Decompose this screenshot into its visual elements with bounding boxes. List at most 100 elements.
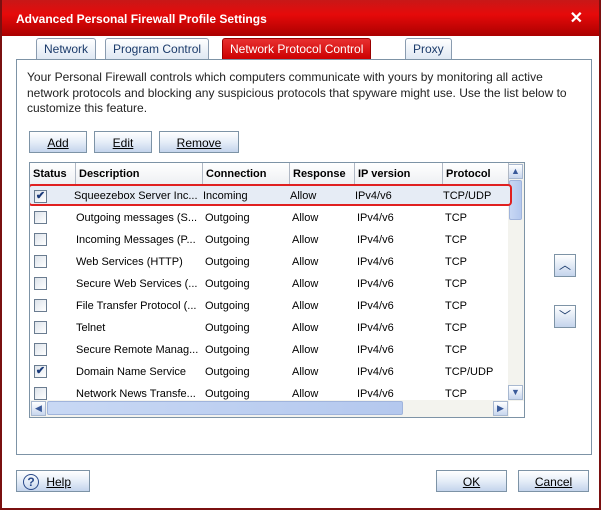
cell-response: Allow <box>292 256 319 268</box>
cell-response: Allow <box>292 322 319 334</box>
status-checkbox[interactable] <box>34 387 47 400</box>
cell-ip: IPv4/v6 <box>357 278 394 290</box>
column-header[interactable]: Response <box>290 163 355 185</box>
scroll-up-icon[interactable]: ▲ <box>508 164 523 179</box>
status-checkbox[interactable] <box>34 211 47 224</box>
help-button[interactable]: ? Help <box>16 470 90 492</box>
cell-connection: Outgoing <box>205 388 250 400</box>
add-button[interactable]: Add <box>29 131 87 153</box>
cell-protocol: TCP <box>445 278 467 290</box>
cell-protocol: TCP/UDP <box>445 366 494 378</box>
add-label: Add <box>47 136 69 150</box>
status-checkbox[interactable] <box>34 277 47 290</box>
column-header[interactable]: Description <box>76 163 203 185</box>
cell-protocol: TCP <box>445 212 467 224</box>
column-header[interactable]: Status <box>30 163 76 185</box>
cell-connection: Outgoing <box>205 212 250 224</box>
table-row[interactable]: Incoming Messages (P... Outgoing Allow IPv4… <box>30 229 509 251</box>
table-row[interactable]: Telnet Outgoing Allow IPv4/v6 TCP <box>30 317 509 339</box>
cell-description: Web Services (HTTP) <box>76 256 183 268</box>
move-up-button[interactable]: ︿ <box>554 254 576 277</box>
status-checkbox[interactable]: ✔ <box>34 365 47 378</box>
cell-connection: Outgoing <box>205 322 250 334</box>
cell-response: Allow <box>292 234 319 246</box>
chevron-up-icon: ︿ <box>558 258 571 272</box>
column-header[interactable]: Connection <box>203 163 290 185</box>
table-row[interactable]: ✔ Domain Name Service Outgoing Allow IPv4/v6… <box>30 361 509 383</box>
close-icon[interactable]: ✕ <box>570 8 583 28</box>
tab-network[interactable]: Network <box>36 38 97 59</box>
cell-description: File Transfer Protocol (... <box>76 300 197 312</box>
cell-ip: IPv4/v6 <box>357 366 394 378</box>
ok-label: OK <box>462 475 481 489</box>
status-checkbox[interactable] <box>34 255 47 268</box>
table-row[interactable]: Web Services (HTTP) Outgoing Allow IPv4/v6 T… <box>30 251 509 273</box>
scroll-down-icon[interactable]: ▼ <box>508 385 523 400</box>
tab-panel: Your Personal Firewall controls which co… <box>16 59 592 455</box>
cell-ip: IPv4/v6 <box>357 234 394 246</box>
remove-button[interactable]: Remove <box>159 131 239 153</box>
status-checkbox[interactable] <box>34 343 47 356</box>
cell-ip: IPv4/v6 <box>357 322 394 334</box>
table-row[interactable]: Secure Web Services (... Outgoing Allow IPv… <box>30 273 509 295</box>
cell-connection: Outgoing <box>205 234 250 246</box>
title-bar: Advanced Personal Firewall Profile Setti… <box>2 0 599 36</box>
window-title: Advanced Personal Firewall Profile Setti… <box>16 12 267 26</box>
cell-description: Outgoing messages (S... <box>76 212 198 224</box>
cell-response: Allow <box>290 190 317 202</box>
cell-connection: Incoming <box>203 190 248 202</box>
table-row[interactable]: Secure Remote Manag... Outgoing Allow IPv4/… <box>30 339 509 361</box>
cell-response: Allow <box>292 388 319 400</box>
cell-protocol: TCP <box>445 322 467 334</box>
help-icon: ? <box>23 473 39 490</box>
cell-description: Incoming Messages (P... <box>76 234 196 246</box>
cell-connection: Outgoing <box>205 366 250 378</box>
cell-response: Allow <box>292 300 319 312</box>
cell-description: Secure Remote Manag... <box>76 344 199 356</box>
table-row[interactable]: Network News Transfe... Outgoing Allow IPv4… <box>30 383 509 405</box>
move-down-button[interactable]: ﹀ <box>554 305 576 328</box>
cell-connection: Outgoing <box>205 344 250 356</box>
cell-description: Secure Web Services (... <box>76 278 198 290</box>
cell-protocol: TCP <box>445 300 467 312</box>
tab-proxy[interactable]: Proxy <box>405 38 452 59</box>
tab-network-protocol-control[interactable]: Network Protocol Control <box>222 38 372 59</box>
cancel-button[interactable]: Cancel <box>518 470 589 492</box>
cell-description: Domain Name Service <box>76 366 187 378</box>
description-text: Your Personal Firewall controls which co… <box>27 70 567 115</box>
table-row[interactable]: ✔ Squeezebox Server Inc... Incoming Allow IP… <box>30 184 512 206</box>
status-checkbox[interactable] <box>34 233 47 246</box>
cell-description: Squeezebox Server Inc... <box>74 190 198 202</box>
cell-response: Allow <box>292 278 319 290</box>
tab-program-control[interactable]: Program Control <box>105 38 210 59</box>
cell-protocol: TCP <box>445 388 467 400</box>
status-checkbox[interactable]: ✔ <box>34 190 47 203</box>
cell-ip: IPv4/v6 <box>357 212 394 224</box>
help-label: Help <box>46 475 72 489</box>
column-header[interactable]: Protocol <box>443 163 509 185</box>
cell-protocol: TCP/UDP <box>443 190 492 202</box>
column-header[interactable]: IP version <box>355 163 443 185</box>
cell-ip: IPv4/v6 <box>357 388 394 400</box>
dialog-window: Advanced Personal Firewall Profile Setti… <box>0 0 601 510</box>
edit-label: Edit <box>112 136 134 150</box>
table-row[interactable]: Outgoing messages (S... Outgoing Allow IPv4… <box>30 207 509 229</box>
cell-connection: Outgoing <box>205 300 250 312</box>
cell-description: Telnet <box>76 322 106 334</box>
cell-connection: Outgoing <box>205 256 250 268</box>
status-checkbox[interactable] <box>34 299 47 312</box>
cell-protocol: TCP <box>445 234 467 246</box>
edit-button[interactable]: Edit <box>94 131 152 153</box>
cell-response: Allow <box>292 366 319 378</box>
cell-ip: IPv4/v6 <box>357 256 394 268</box>
cell-connection: Outgoing <box>205 278 250 290</box>
cell-protocol: TCP <box>445 344 467 356</box>
cell-description: Network News Transfe... <box>76 388 196 400</box>
cell-ip: IPv4/v6 <box>357 300 394 312</box>
status-checkbox[interactable] <box>34 321 47 334</box>
cell-ip: IPv4/v6 <box>355 190 392 202</box>
cell-response: Allow <box>292 212 319 224</box>
chevron-down-icon: ﹀ <box>558 309 571 323</box>
ok-button[interactable]: OK <box>436 470 507 492</box>
table-row[interactable]: File Transfer Protocol (... Outgoing Allow… <box>30 295 509 317</box>
